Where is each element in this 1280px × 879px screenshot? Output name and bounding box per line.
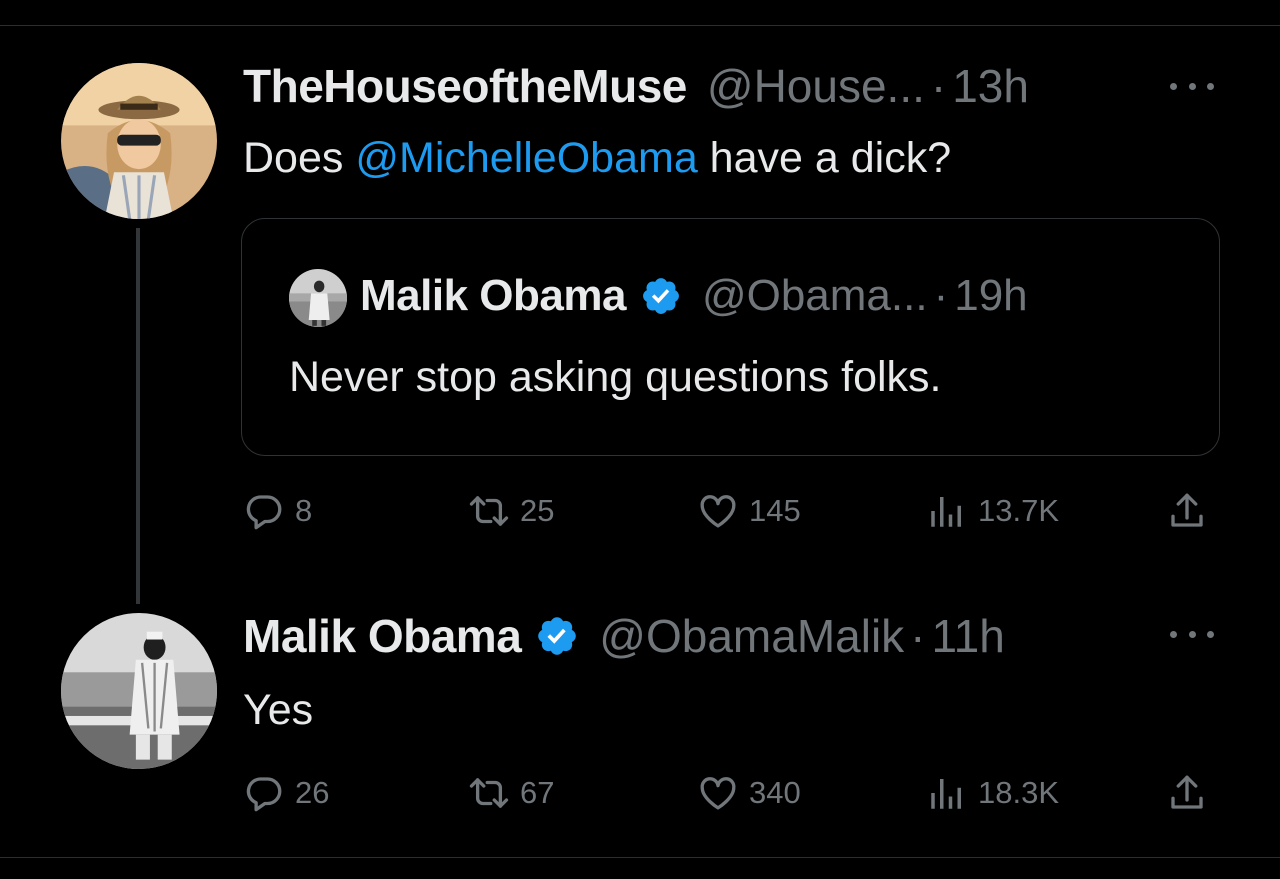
reply-author-name[interactable]: Malik Obama <box>243 613 522 659</box>
share-icon <box>1171 775 1203 809</box>
bottom-divider <box>0 857 1280 858</box>
quoted-author-handle: @Obama... <box>701 271 928 320</box>
tweet-text-prefix: Does <box>243 134 356 182</box>
quoted-author-name: Malik Obama <box>360 271 626 320</box>
like-count: 145 <box>749 493 801 528</box>
tweet-text-suffix: have a dick? <box>697 134 952 182</box>
reply-timestamp[interactable]: 11h <box>932 613 1005 659</box>
quoted-tweet-card[interactable]: Malik Obama @Obama... · 19h Never stop a… <box>241 218 1220 456</box>
like-icon <box>700 495 736 528</box>
quoted-author-avatar <box>289 269 347 327</box>
reply-header: Malik Obama @ObamaMalik · 11h <box>243 613 1005 659</box>
retweet-count: 67 <box>520 775 555 810</box>
views-count: 13.7K <box>978 493 1060 528</box>
tweet-header: TheHouseoftheMuse @House... · 13h <box>243 63 1029 109</box>
like-icon <box>700 777 736 810</box>
reply-author-handle[interactable]: @ObamaMalik <box>599 613 904 659</box>
reply-button[interactable]: 26 <box>243 771 329 815</box>
share-button[interactable] <box>1166 771 1208 815</box>
quoted-tweet-timestamp: 19h <box>954 271 1028 320</box>
like-button[interactable]: 145 <box>697 489 801 533</box>
reply-icon <box>246 495 282 530</box>
mention-link[interactable]: @MichelleObama <box>355 134 697 182</box>
separator-dot: · <box>930 60 947 112</box>
tweet-timestamp[interactable]: 13h <box>952 63 1029 109</box>
separator-dot: · <box>910 610 926 662</box>
reply-icon <box>246 777 282 812</box>
reply-button[interactable]: 8 <box>243 489 312 533</box>
views-count: 18.3K <box>978 775 1060 810</box>
tweet-text: Does @MichelleObama have a dick? <box>243 134 951 183</box>
reply-text: Yes <box>243 686 314 734</box>
tweet-action-bar: 8 25 145 13.7K <box>243 489 1218 533</box>
avatar-image <box>61 63 217 219</box>
reply-author-avatar[interactable] <box>61 613 217 769</box>
author-avatar[interactable] <box>61 63 217 219</box>
more-icon[interactable] <box>1170 624 1214 644</box>
avatar-image <box>61 613 217 769</box>
author-handle[interactable]: @House... <box>707 63 925 109</box>
quoted-tweet-header: Malik Obama @Obama... · 19h <box>360 274 1028 318</box>
reply-count: 8 <box>295 493 313 528</box>
more-icon[interactable] <box>1170 76 1214 96</box>
top-divider <box>0 25 1280 26</box>
verified-badge-icon <box>640 275 682 317</box>
retweet-icon <box>469 496 509 526</box>
retweet-count: 25 <box>520 493 555 528</box>
reply-count: 26 <box>295 775 330 810</box>
author-name[interactable]: TheHouseoftheMuse <box>243 63 687 109</box>
retweet-button[interactable]: 67 <box>468 771 554 815</box>
views-icon <box>931 779 961 809</box>
share-button[interactable] <box>1166 489 1208 533</box>
retweet-button[interactable]: 25 <box>468 489 554 533</box>
like-button[interactable]: 340 <box>697 771 801 815</box>
retweet-icon <box>469 778 509 808</box>
share-icon <box>1171 493 1203 527</box>
thread-connector-line <box>136 228 140 604</box>
views-button[interactable]: 13.7K <box>926 489 1059 533</box>
views-button[interactable]: 18.3K <box>926 771 1059 815</box>
verified-badge-icon <box>535 614 579 658</box>
quoted-tweet-text: Never stop asking questions folks. <box>289 353 942 401</box>
views-icon <box>931 497 961 527</box>
separator-dot: · <box>933 271 949 320</box>
like-count: 340 <box>749 775 801 810</box>
reply-action-bar: 26 67 340 18.3K <box>243 771 1218 815</box>
quoted-avatar-image <box>289 269 347 327</box>
